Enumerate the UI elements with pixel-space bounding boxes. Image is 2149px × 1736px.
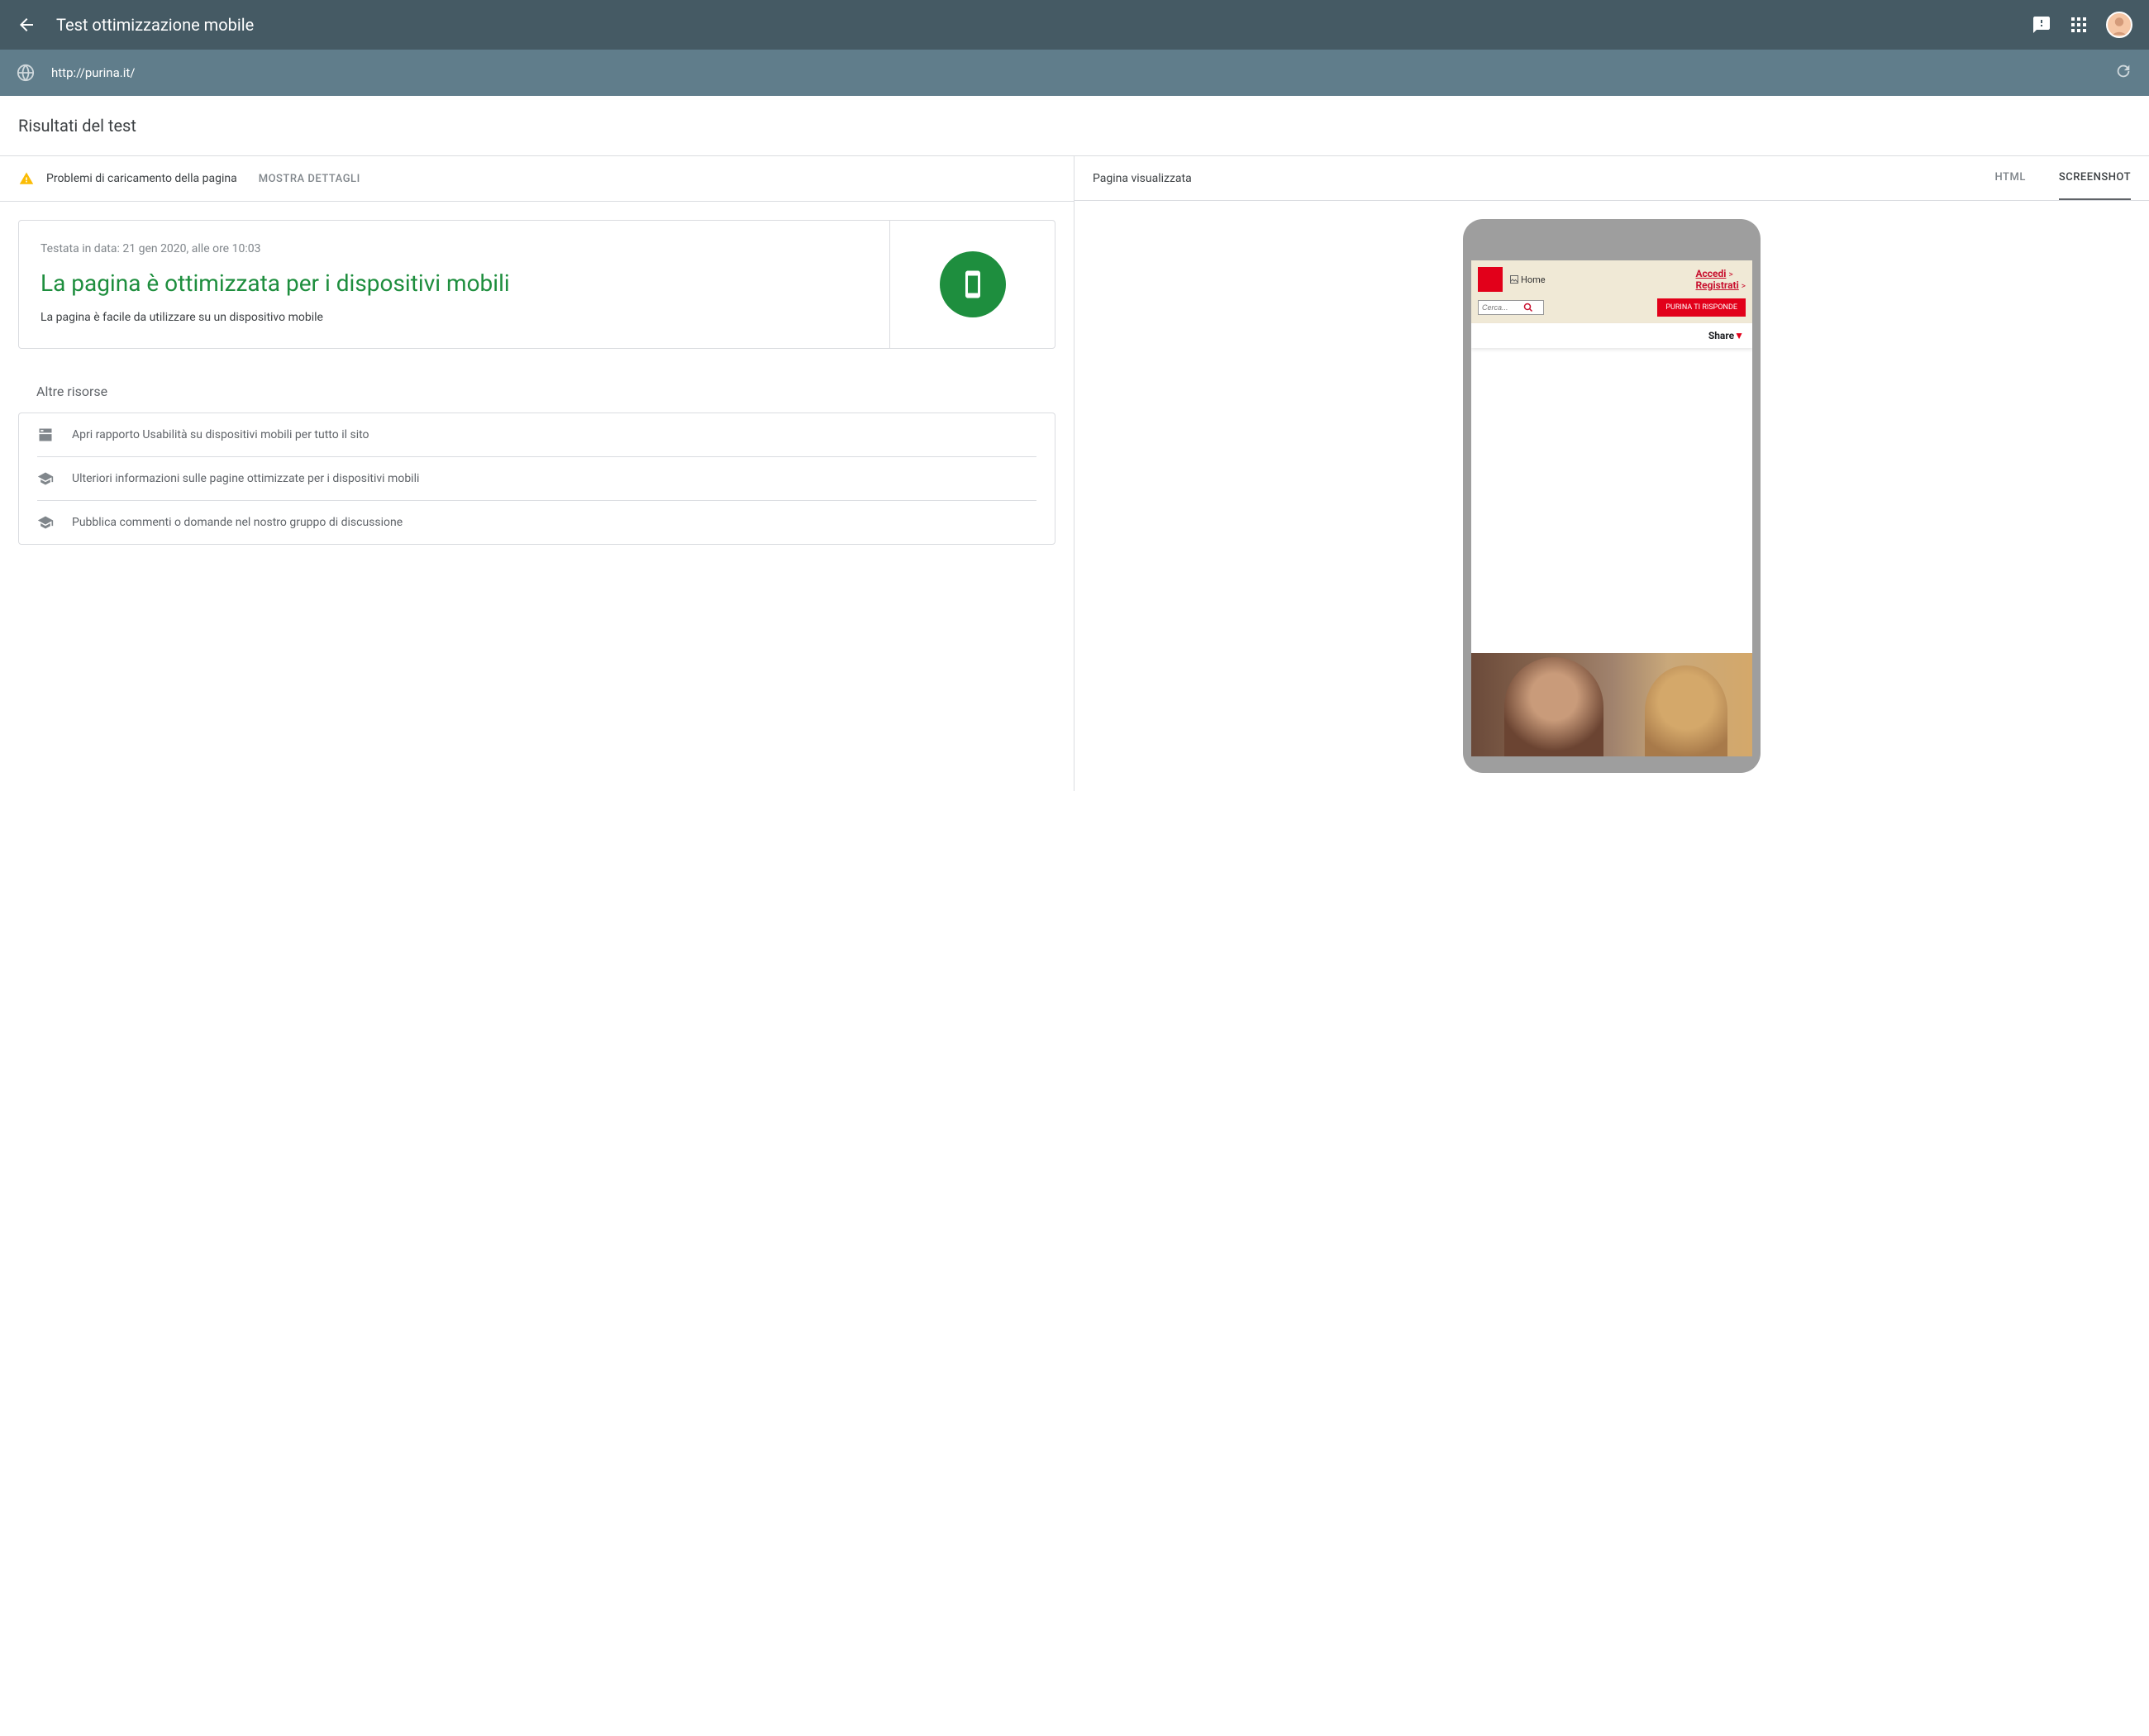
content: Problemi di caricamento della pagina MOS…: [0, 156, 2149, 791]
resource-text: Apri rapporto Usabilità su dispositivi m…: [72, 428, 369, 441]
phone-preview: Home Accedi > Registrati >: [1074, 201, 2149, 791]
site-header: Home Accedi > Registrati >: [1471, 260, 1752, 323]
result-description: La pagina è facile da utilizzare su un d…: [41, 310, 868, 327]
other-resources-title: Altre risorse: [18, 367, 1055, 413]
rendered-page-label: Pagina visualizzata: [1093, 172, 1192, 185]
site-auth-links: Accedi > Registrati >: [1695, 268, 1746, 291]
result-text-block: Testata in data: 21 gen 2020, alle ore 1…: [19, 221, 889, 348]
page-title: Test ottimizzazione mobile: [56, 15, 254, 35]
site-logo: [1478, 267, 1503, 292]
url-bar: http://purina.it/: [0, 50, 2149, 96]
site-search-input[interactable]: [1482, 303, 1523, 312]
resources-list: Apri rapporto Usabilità su dispositivi m…: [18, 413, 1055, 545]
phone-screen: Home Accedi > Registrati >: [1471, 260, 1752, 756]
apps-grid-icon[interactable]: [2071, 17, 2086, 32]
accedi-link[interactable]: Accedi: [1695, 268, 1726, 279]
report-icon: [37, 427, 54, 443]
other-resources: Altre risorse Apri rapporto Usabilità su…: [0, 367, 1074, 545]
tested-date: Testata in data: 21 gen 2020, alle ore 1…: [41, 242, 868, 255]
loading-issues-bar: Problemi di caricamento della pagina MOS…: [0, 156, 1074, 202]
preview-tabs: HTML SCREENSHOT: [1995, 171, 2131, 185]
dropdown-icon: ▼: [1734, 330, 1744, 341]
learn-icon: [37, 470, 54, 487]
avatar[interactable]: [2106, 12, 2132, 38]
site-hero-image: [1471, 653, 1752, 756]
purina-button[interactable]: PURINA TI RISPONDE: [1657, 298, 1746, 317]
share-label: Share: [1708, 330, 1734, 341]
results-section-title: Risultati del test: [0, 96, 2149, 156]
warning-icon: [18, 171, 35, 186]
mobile-friendly-icon: [940, 251, 1006, 317]
refresh-icon[interactable]: [2114, 62, 2132, 83]
discuss-icon: [37, 514, 54, 531]
header-right: [2032, 12, 2132, 38]
left-panel: Problemi di caricamento della pagina MOS…: [0, 156, 1074, 791]
resource-item-discuss[interactable]: Pubblica commenti o domande nel nostro g…: [37, 500, 1036, 544]
result-icon-box: [889, 221, 1055, 348]
header-left: Test ottimizzazione mobile: [17, 15, 254, 35]
globe-icon: [17, 64, 35, 82]
search-icon: [1523, 303, 1533, 312]
back-arrow-icon[interactable]: [17, 15, 36, 35]
resource-text: Ulteriori informazioni sulle pagine otti…: [72, 472, 419, 485]
registrati-link[interactable]: Registrati: [1695, 279, 1738, 291]
tab-html[interactable]: HTML: [1995, 171, 2026, 200]
url-text[interactable]: http://purina.it/: [51, 65, 2098, 80]
result-heading: La pagina è ottimizzata per i dispositiv…: [41, 269, 868, 298]
feedback-icon[interactable]: [2032, 15, 2051, 35]
app-header: Test ottimizzazione mobile: [0, 0, 2149, 50]
loading-issues-text: Problemi di caricamento della pagina: [46, 172, 237, 185]
site-search-box[interactable]: [1478, 300, 1544, 315]
home-image-placeholder: Home: [1509, 274, 1546, 285]
tab-screenshot[interactable]: SCREENSHOT: [2059, 171, 2131, 200]
right-panel: Pagina visualizzata HTML SCREENSHOT Home: [1074, 156, 2149, 791]
resource-item-learn[interactable]: Ulteriori informazioni sulle pagine otti…: [37, 456, 1036, 500]
right-header: Pagina visualizzata HTML SCREENSHOT: [1074, 156, 2149, 201]
resource-item-report[interactable]: Apri rapporto Usabilità su dispositivi m…: [19, 413, 1055, 456]
phone-frame: Home Accedi > Registrati >: [1463, 219, 1761, 773]
share-bar[interactable]: Share▼: [1471, 323, 1752, 348]
home-alt-text: Home: [1521, 274, 1546, 285]
result-card: Testata in data: 21 gen 2020, alle ore 1…: [18, 220, 1055, 349]
resource-text: Pubblica commenti o domande nel nostro g…: [72, 516, 403, 529]
show-details-link[interactable]: MOSTRA DETTAGLI: [259, 173, 360, 185]
